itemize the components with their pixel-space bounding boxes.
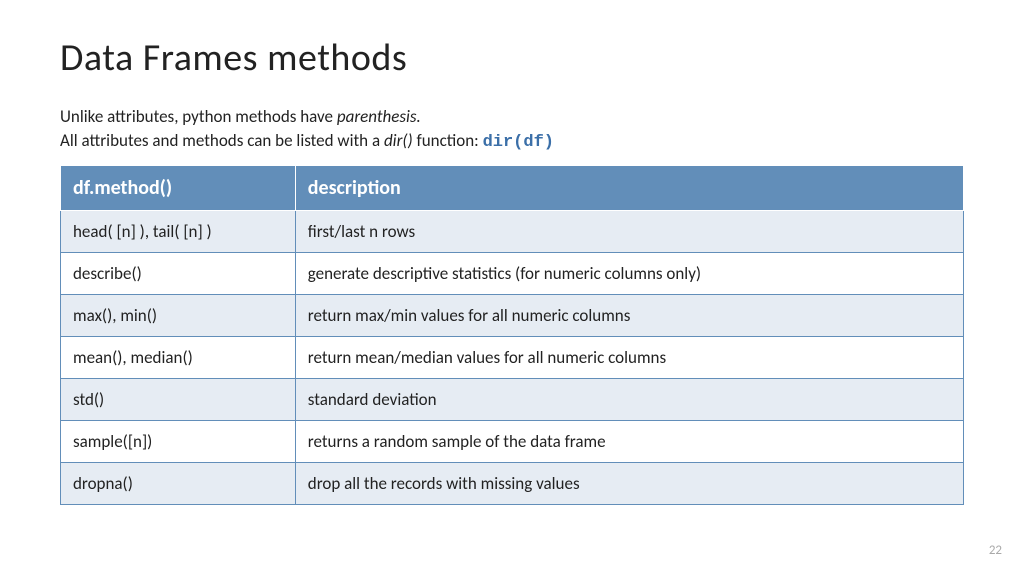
table-header-row: df.method() description <box>61 165 964 210</box>
table-row: mean(), median() return mean/median valu… <box>61 336 964 378</box>
subtitle-text-2a: All attributes and methods can be listed… <box>60 130 384 151</box>
cell-method: sample([n]) <box>61 420 296 462</box>
cell-desc: standard deviation <box>295 378 963 420</box>
cell-method: max(), min() <box>61 294 296 336</box>
cell-method: head( [n] ), tail( [n] ) <box>61 210 296 252</box>
slide-title: Data Frames methods <box>60 35 964 81</box>
subtitle-text-1a: Unlike attributes, python methods have <box>60 106 337 127</box>
cell-method: describe() <box>61 252 296 294</box>
cell-desc: generate descriptive statistics (for num… <box>295 252 963 294</box>
cell-desc: first/last n rows <box>295 210 963 252</box>
table-row: sample([n]) returns a random sample of t… <box>61 420 964 462</box>
subtitle-text-2b: dir() <box>384 130 413 151</box>
subtitle-block: Unlike attributes, python methods have p… <box>60 105 964 155</box>
table-row: std() standard deviation <box>61 378 964 420</box>
cell-method: std() <box>61 378 296 420</box>
table-row: describe() generate descriptive statisti… <box>61 252 964 294</box>
subtitle-text-2c: function: <box>413 130 483 151</box>
cell-desc: return max/min values for all numeric co… <box>295 294 963 336</box>
table-row: head( [n] ), tail( [n] ) first/last n ro… <box>61 210 964 252</box>
subtitle-text-1b: parenthesis. <box>337 106 421 127</box>
cell-desc: drop all the records with missing values <box>295 462 963 504</box>
methods-table: df.method() description head( [n] ), tai… <box>60 165 964 505</box>
subtitle-code: dir(df) <box>483 133 554 152</box>
page-number: 22 <box>989 543 1002 558</box>
header-description: description <box>295 165 963 210</box>
table-row: max(), min() return max/min values for a… <box>61 294 964 336</box>
cell-desc: return mean/median values for all numeri… <box>295 336 963 378</box>
table-row: dropna() drop all the records with missi… <box>61 462 964 504</box>
cell-method: mean(), median() <box>61 336 296 378</box>
cell-method: dropna() <box>61 462 296 504</box>
cell-desc: returns a random sample of the data fram… <box>295 420 963 462</box>
header-method: df.method() <box>61 165 296 210</box>
